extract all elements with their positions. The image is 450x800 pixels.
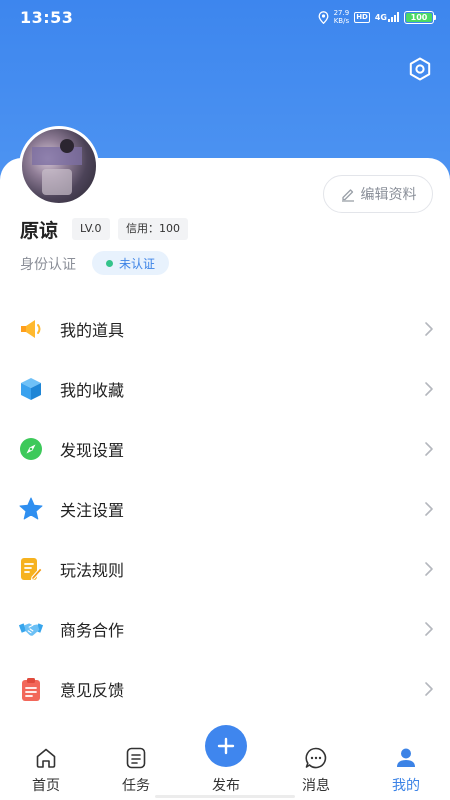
username: 原谅 <box>20 220 59 242</box>
network-speed: 27.9 KB/s <box>334 9 350 25</box>
menu-item-my-favorites[interactable]: 我的收藏 <box>0 359 450 419</box>
settings-button[interactable] <box>407 56 433 82</box>
network-speed-unit: KB/s <box>333 17 350 25</box>
credit-tag: 信用：100 <box>118 218 188 240</box>
tab-mine[interactable]: 我的 <box>376 740 436 800</box>
chevron-right-icon <box>425 502 433 516</box>
status-bar: 13:53 27.9 KB/s HD 4G 100 <box>0 0 450 34</box>
chevron-right-icon <box>425 322 433 336</box>
status-icons: 27.9 KB/s HD 4G 100 <box>318 9 436 25</box>
compass-icon <box>20 438 42 460</box>
edit-profile-label: 编辑资料 <box>360 187 417 203</box>
chat-bubble-icon <box>305 747 327 769</box>
menu-item-game-rules[interactable]: 玩法规则 <box>0 539 450 599</box>
menu-item-discover-settings[interactable]: 发现设置 <box>0 419 450 479</box>
menu-item-business-cooperation[interactable]: 商务合作 <box>0 599 450 659</box>
tab-label: 首页 <box>32 778 60 794</box>
location-icon <box>318 10 329 24</box>
auth-status-text: 未认证 <box>119 256 156 271</box>
menu-item-label: 意见反馈 <box>60 681 125 700</box>
edit-profile-button[interactable]: 编辑资料 <box>323 175 433 213</box>
hexagon-settings-icon <box>409 57 431 81</box>
chevron-right-icon <box>425 442 433 456</box>
battery-icon: 100 <box>404 10 436 24</box>
clipboard-icon <box>22 678 40 701</box>
megaphone-icon <box>21 320 41 338</box>
bottom-tab-bar: 首页 任务 发布 消息 我的 <box>0 725 450 800</box>
plus-icon <box>217 737 235 755</box>
cube-icon <box>21 378 41 400</box>
star-icon <box>19 497 43 520</box>
menu-item-label: 玩法规则 <box>60 561 125 580</box>
avatar[interactable] <box>19 126 99 206</box>
task-list-icon <box>126 747 146 769</box>
identity-auth-label: 身份认证 <box>20 257 76 273</box>
tab-messages[interactable]: 消息 <box>286 740 346 800</box>
publish-label: 发布 <box>212 778 240 794</box>
menu-item-label: 我的收藏 <box>60 381 125 400</box>
hd-badge: HD <box>354 11 370 23</box>
tab-label: 任务 <box>122 778 150 794</box>
battery-level: 100 <box>406 12 432 22</box>
home-indicator <box>155 795 295 798</box>
tab-label: 消息 <box>302 778 330 794</box>
status-time: 13:53 <box>20 7 74 27</box>
publish-button[interactable] <box>205 725 247 767</box>
chevron-right-icon <box>425 562 433 576</box>
tab-home[interactable]: 首页 <box>16 740 76 800</box>
handshake-icon <box>18 623 44 636</box>
menu-item-label: 发现设置 <box>60 441 125 460</box>
menu-item-label: 商务合作 <box>60 621 125 640</box>
user-icon <box>397 748 415 767</box>
chevron-right-icon <box>425 682 433 696</box>
chevron-right-icon <box>425 382 433 396</box>
pencil-icon <box>341 189 354 202</box>
network-type: 4G <box>374 13 387 22</box>
menu-item-feedback[interactable]: 意见反馈 <box>0 659 450 719</box>
note-pen-icon <box>21 558 43 581</box>
tab-tasks[interactable]: 任务 <box>106 740 166 800</box>
menu-item-label: 关注设置 <box>60 501 125 520</box>
level-tag: LV.0 <box>72 218 110 240</box>
auth-status-badge[interactable]: 未认证 <box>92 251 170 275</box>
network-speed-value: 27.9 <box>333 9 350 17</box>
home-icon <box>36 748 56 768</box>
menu-item-my-props[interactable]: 我的道具 <box>0 299 450 359</box>
status-dot-icon <box>106 259 113 267</box>
tab-label: 我的 <box>392 778 420 794</box>
menu-item-label: 我的道具 <box>60 321 125 340</box>
menu-list: 我的道具 我的收藏 发现设置 关注设置 玩法规则 商务合作 意见反馈 <box>0 299 450 719</box>
chevron-right-icon <box>425 622 433 636</box>
cellular-signal-icon: 4G <box>375 12 399 22</box>
menu-item-follow-settings[interactable]: 关注设置 <box>0 479 450 539</box>
